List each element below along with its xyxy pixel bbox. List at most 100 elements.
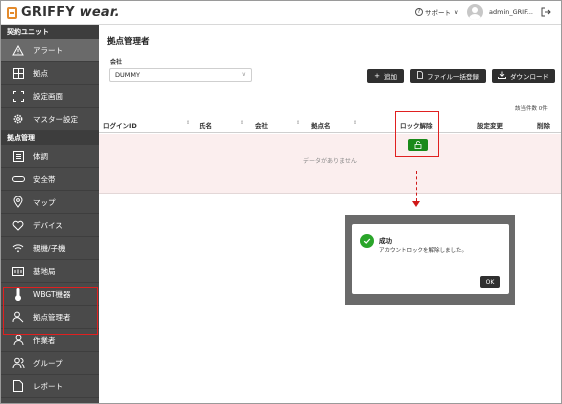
- sidebar: 契約ユニット アラート 拠点 設定画面 マスター設定 拠点管理 体調 安全帯 マ…: [1, 25, 99, 403]
- sidebar-item-condition[interactable]: 体調: [1, 145, 99, 168]
- sidebar-item-label: 拠点: [33, 68, 48, 78]
- logo-icon: [7, 6, 17, 19]
- company-label: 会社: [110, 59, 123, 66]
- download-label: ダウンロード: [510, 73, 549, 81]
- dialog-title: 成功: [379, 237, 392, 245]
- download-icon: [498, 71, 506, 81]
- sidebar-item-parent-child[interactable]: 親機/子機: [1, 237, 99, 260]
- result-count-value: 0件: [538, 106, 548, 112]
- gear-icon: [11, 113, 25, 125]
- user-icon: [11, 334, 25, 346]
- belt-icon: [11, 173, 25, 185]
- sidebar-item-label: マップ: [33, 197, 56, 207]
- sidebar-item-map[interactable]: マップ: [1, 191, 99, 214]
- sidebar-item-worker[interactable]: 作業者: [1, 329, 99, 352]
- sort-icon[interactable]: ⇕: [186, 120, 190, 126]
- company-select-value: DUMMY: [115, 71, 140, 79]
- sidebar-item-label: 設定画面: [33, 91, 63, 101]
- sidebar-item-label: 作業者: [33, 335, 56, 345]
- plus-icon: +: [374, 72, 380, 80]
- ok-button[interactable]: OK: [480, 276, 500, 288]
- annotation-arrow-line: [416, 171, 417, 201]
- check-circle-icon: [360, 234, 374, 248]
- add-button-label: 追加: [383, 73, 397, 81]
- sidebar-item-safety-belt[interactable]: 安全帯: [1, 168, 99, 191]
- sidebar-item-site[interactable]: 拠点: [1, 62, 99, 85]
- sidebar-item-alert[interactable]: アラート: [1, 39, 99, 62]
- app-logo[interactable]: GRIFFY wear.: [7, 5, 120, 20]
- sidebar-item-label: レポート: [33, 381, 63, 391]
- support-label: サポート: [425, 9, 451, 17]
- dialog-message: アカウントロックを解除しました。: [379, 248, 468, 254]
- tower-icon: [11, 265, 25, 277]
- sidebar-item-label: マスター設定: [33, 114, 78, 124]
- result-count-label: 該当件数: [515, 106, 538, 112]
- column-header-delete: 削除: [537, 122, 550, 130]
- chevron-down-icon: ∨: [454, 8, 459, 16]
- sidebar-item-master-settings[interactable]: マスター設定: [1, 108, 99, 131]
- section-title-contract: 契約ユニット: [1, 25, 99, 39]
- sidebar-item-device[interactable]: デバイス: [1, 214, 99, 237]
- bulk-upload-label: ファイル一括登録: [427, 73, 479, 81]
- sort-icon[interactable]: ⇕: [296, 120, 300, 126]
- sidebar-item-label: 拠点管理者: [33, 312, 71, 322]
- sidebar-item-settings-screen[interactable]: 設定画面: [1, 85, 99, 108]
- table-header: ログインID ⇕ 氏名 ⇕ 会社 ⇕ 拠点名 ⇕ ロック解除 設定変更 削除: [99, 115, 561, 133]
- screen-frame: GRIFFY wear. ? サポート ∨ admin_GRIF... 契約ユニ…: [0, 0, 562, 404]
- add-button[interactable]: + 追加: [367, 69, 404, 83]
- result-count: 該当件数 0件: [515, 104, 548, 112]
- column-header-company[interactable]: 会社: [255, 120, 268, 130]
- map-pin-icon: [11, 196, 25, 208]
- sidebar-item-label: 基地局: [33, 266, 56, 276]
- heart-icon: [11, 219, 25, 231]
- column-header-settings-change: 設定変更: [477, 122, 503, 130]
- main-content: 拠点管理者 会社 DUMMY ∨ + 追加 ファイル一括登録 ダウンロード 該当…: [99, 25, 561, 403]
- download-button[interactable]: ダウンロード: [492, 69, 555, 83]
- success-dialog: 成功 アカウントロックを解除しました。 OK: [352, 224, 509, 294]
- column-header-site-name[interactable]: 拠点名: [311, 120, 331, 130]
- user-menu[interactable]: admin_GRIF...: [467, 4, 533, 20]
- sidebar-item-site-admin[interactable]: 拠点管理者: [1, 306, 99, 329]
- sidebar-item-label: 親機/子機: [33, 243, 66, 253]
- sidebar-item-label: グループ: [33, 358, 63, 368]
- top-bar: GRIFFY wear. ? サポート ∨ admin_GRIF...: [1, 1, 561, 25]
- annotation-arrow-head: [412, 201, 420, 207]
- column-header-name[interactable]: 氏名: [199, 120, 212, 130]
- page-title: 拠点管理者: [107, 37, 150, 47]
- unlock-icon: [414, 141, 422, 149]
- file-icon: [417, 71, 423, 81]
- list-icon: [11, 150, 25, 162]
- group-icon: [11, 357, 25, 369]
- unlock-button[interactable]: [408, 139, 428, 151]
- bulk-upload-button[interactable]: ファイル一括登録: [410, 69, 486, 83]
- report-icon: [11, 380, 25, 392]
- column-header-login-id[interactable]: ログインID: [103, 120, 137, 130]
- sidebar-item-wbgt[interactable]: WBGT機器: [1, 283, 99, 306]
- thermometer-icon: [11, 287, 25, 301]
- logout-icon[interactable]: [541, 7, 551, 17]
- sidebar-item-label: デバイス: [33, 220, 63, 230]
- support-menu[interactable]: ? サポート ∨: [415, 7, 458, 17]
- sidebar-item-label: 体調: [33, 151, 48, 161]
- logo-text: GRIFFY wear.: [21, 5, 120, 20]
- sidebar-item-label: WBGT機器: [33, 289, 71, 299]
- sort-icon[interactable]: ⇕: [353, 120, 357, 126]
- chevron-down-icon: ∨: [241, 71, 246, 78]
- empty-message: データがありません: [303, 158, 357, 165]
- sidebar-item-label: アラート: [33, 45, 63, 55]
- company-select[interactable]: DUMMY ∨: [109, 68, 252, 82]
- wifi-icon: [11, 242, 25, 254]
- grid-icon: [11, 67, 25, 79]
- help-icon: ?: [415, 8, 423, 16]
- sidebar-item-base-station[interactable]: 基地局: [1, 260, 99, 283]
- section-title-site: 拠点管理: [1, 131, 99, 145]
- sidebar-item-report[interactable]: レポート: [1, 375, 99, 398]
- sort-icon[interactable]: ⇕: [240, 120, 244, 126]
- warning-icon: [11, 44, 25, 56]
- sidebar-item-label: 安全帯: [33, 174, 56, 184]
- avatar: [467, 4, 483, 20]
- admin-user-icon: [11, 311, 25, 323]
- sidebar-item-group[interactable]: グループ: [1, 352, 99, 375]
- user-name: admin_GRIF...: [489, 8, 533, 16]
- frame-icon: [11, 90, 25, 102]
